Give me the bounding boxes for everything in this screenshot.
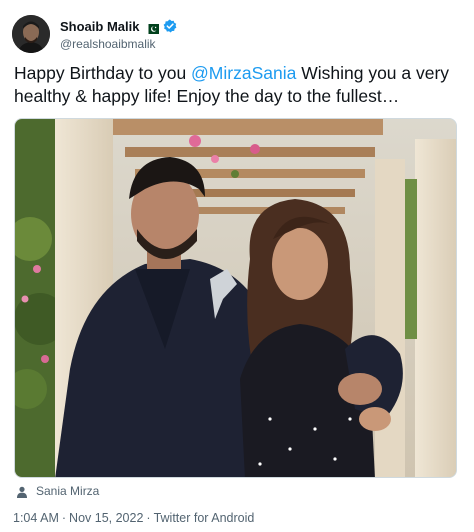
photo-couple-pergola [15,119,456,477]
tagged-user-name[interactable]: Sania Mirza [36,484,99,498]
tweet-text: Happy Birthday to you @MirzaSania Wishin… [14,62,460,108]
author-display-name[interactable]: Shoaib Malik [60,19,139,34]
person-icon [16,485,28,498]
author-name-row: Shoaib Malik [60,17,177,35]
author-handle[interactable]: @realshoaibmalik [60,37,177,51]
tweet-header: Shoaib Malik @realshoaibmalik [12,14,177,54]
meta-separator-2: · [146,511,151,525]
tweet-photo[interactable] [14,118,457,478]
pakistan-flag-icon [145,21,160,34]
tweet-text-before: Happy Birthday to you [14,63,192,83]
tagged-users[interactable]: Sania Mirza [16,484,99,498]
tweet-date[interactable]: Nov 15, 2022 [69,511,143,525]
verified-badge-icon [163,19,177,33]
tweet-meta: 1:04 AM · Nov 15, 2022 · Twitter for Android [13,511,254,525]
avatar[interactable] [12,15,50,53]
avatar-image [12,15,50,53]
tweet-card: Shoaib Malik @realshoaibmalik Happy Birt… [0,0,474,532]
tweet-time[interactable]: 1:04 AM [13,511,59,525]
author-block: Shoaib Malik @realshoaibmalik [60,17,177,51]
mention-link[interactable]: @MirzaSania [191,63,296,83]
tweet-source: Twitter for Android [153,511,255,525]
meta-separator: · [61,511,67,525]
